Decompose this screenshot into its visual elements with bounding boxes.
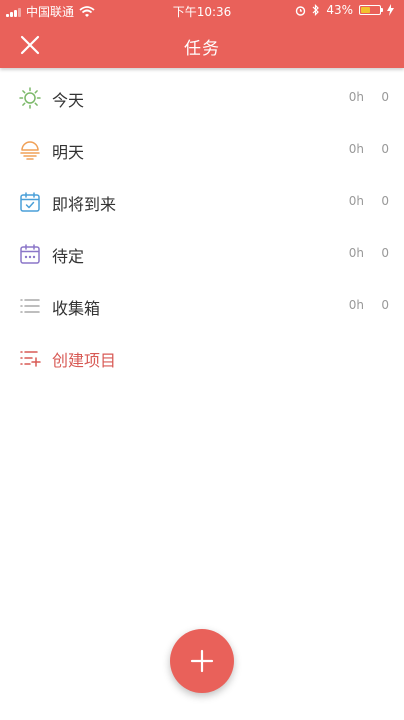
- create-project-button[interactable]: 创建项目: [0, 332, 404, 384]
- calendar-check-icon: [20, 192, 40, 212]
- app-header: 中国联通 下午10:36 43% 任务: [0, 0, 404, 68]
- list-item-count: 0: [381, 246, 389, 260]
- list-item-count: 0: [381, 194, 389, 208]
- charging-icon: [387, 4, 394, 16]
- calendar-dots-icon: [20, 244, 40, 264]
- add-task-button[interactable]: [170, 629, 234, 693]
- list-item-upcoming[interactable]: 即将到来 0h 0: [0, 176, 404, 228]
- list-item-label: 待定: [52, 247, 85, 266]
- list-item-hours: 0h: [348, 194, 364, 208]
- list-item-hours: 0h: [348, 298, 364, 312]
- page-title: 任务: [184, 39, 220, 59]
- list-item-count: 0: [381, 90, 389, 104]
- list-item-pending[interactable]: 待定 0h 0: [0, 228, 404, 280]
- list-item-tomorrow[interactable]: 明天 0h 0: [0, 124, 404, 176]
- list-item-hours: 0h: [348, 142, 364, 156]
- list-item-label: 明天: [52, 143, 85, 162]
- bluetooth-icon: [312, 4, 320, 16]
- list-item-hours: 0h: [348, 246, 364, 260]
- list-add-icon: [20, 351, 41, 367]
- status-bar: 中国联通 下午10:36 43%: [0, 0, 404, 22]
- alarm-icon: [296, 5, 306, 16]
- plus-icon: [190, 649, 214, 673]
- list-item-count: 0: [381, 142, 389, 156]
- list-item-inbox[interactable]: 收集箱 0h 0: [0, 280, 404, 332]
- list-item-label: 今天: [52, 91, 85, 110]
- list-icon: [20, 299, 40, 313]
- battery-percent: 43%: [326, 3, 353, 17]
- task-list: 今天 0h 0 明天 0h 0 即将到来 0h 0 待定 0h 0 收集箱 0h…: [0, 72, 404, 384]
- list-item-label: 即将到来: [52, 195, 117, 214]
- sun-icon: [19, 87, 41, 109]
- battery-icon: [359, 5, 383, 15]
- list-item-count: 0: [381, 298, 389, 312]
- list-item-label: 收集箱: [52, 299, 101, 318]
- sunrise-icon: [20, 141, 40, 160]
- create-project-label: 创建项目: [52, 351, 117, 370]
- list-item-today[interactable]: 今天 0h 0: [0, 72, 404, 124]
- list-item-hours: 0h: [348, 90, 364, 104]
